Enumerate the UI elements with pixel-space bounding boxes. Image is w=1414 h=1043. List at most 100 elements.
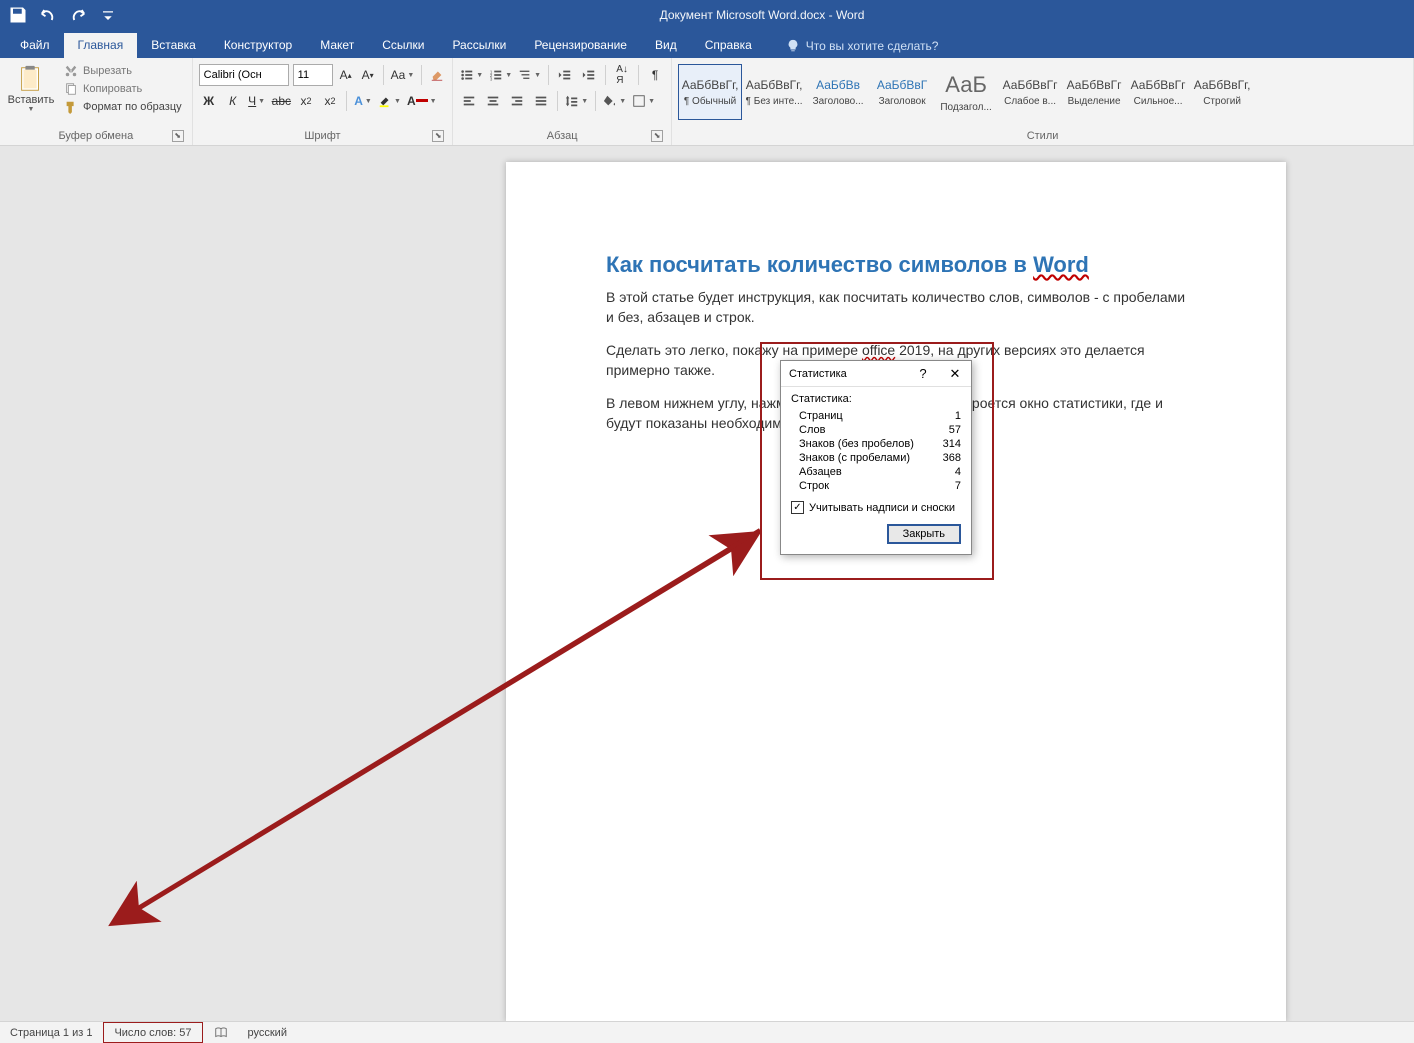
tab-view[interactable]: Вид — [641, 33, 691, 58]
tab-layout[interactable]: Макет — [306, 33, 368, 58]
align-center-button[interactable] — [483, 90, 503, 112]
document-area[interactable]: Как посчитать количество символов в Word… — [0, 146, 1414, 1021]
clipboard-launcher[interactable]: ⬊ — [172, 130, 184, 142]
style-6[interactable]: АаБбВвГгВыделение — [1062, 64, 1126, 120]
statistics-dialog: Статистика ? ✕ Статистика: Страниц1Слов5… — [780, 360, 972, 555]
style-0[interactable]: АаБбВвГг,¶ Обычный — [678, 64, 742, 120]
doc-heading: Как посчитать количество символов в Word — [606, 252, 1186, 278]
tab-review[interactable]: Рецензирование — [520, 33, 641, 58]
word-count[interactable]: Число слов: 57 — [103, 1022, 202, 1043]
numbering-button[interactable]: 123▼ — [488, 64, 513, 86]
style-2[interactable]: АаБбВвЗаголово... — [806, 64, 870, 120]
bold-button[interactable]: Ж — [199, 90, 219, 112]
bullets-button[interactable]: ▼ — [459, 64, 484, 86]
checkbox-icon: ✓ — [791, 501, 804, 514]
grow-font-button[interactable]: A▴ — [337, 64, 355, 86]
style-1[interactable]: АаБбВвГг,¶ Без инте... — [742, 64, 806, 120]
align-right-button[interactable] — [507, 90, 527, 112]
tab-mailings[interactable]: Рассылки — [438, 33, 520, 58]
superscript-button[interactable]: x2 — [320, 90, 340, 112]
text-effects-button[interactable]: A▼ — [353, 90, 373, 112]
lightbulb-icon — [786, 39, 800, 53]
align-center-icon — [486, 94, 500, 108]
cut-button[interactable]: Вырезать — [64, 64, 182, 78]
outdent-icon — [558, 68, 572, 82]
proofing-button[interactable] — [204, 1022, 238, 1043]
ribbon: Вставить ▼ Вырезать Копировать Формат по… — [0, 58, 1414, 146]
tab-design[interactable]: Конструктор — [210, 33, 306, 58]
stat-row: Знаков (без пробелов)314 — [791, 437, 961, 451]
tab-home[interactable]: Главная — [64, 33, 138, 58]
book-icon — [214, 1026, 228, 1040]
font-color-button[interactable]: A▼ — [406, 90, 438, 112]
page-indicator[interactable]: Страница 1 из 1 — [0, 1022, 102, 1043]
decrease-indent-button[interactable] — [555, 64, 575, 86]
line-spacing-button[interactable]: ▼ — [564, 90, 589, 112]
tab-references[interactable]: Ссылки — [368, 33, 438, 58]
status-bar: Страница 1 из 1 Число слов: 57 русский — [0, 1021, 1414, 1043]
highlighter-icon — [378, 94, 392, 108]
group-label-paragraph: Абзац — [547, 130, 578, 142]
stat-row: Строк7 — [791, 479, 961, 493]
save-icon[interactable] — [8, 5, 28, 25]
copy-icon — [64, 82, 78, 96]
brush-icon — [64, 100, 78, 114]
font-launcher[interactable]: ⬊ — [432, 130, 444, 142]
underline-button[interactable]: Ч▼ — [247, 90, 267, 112]
include-textboxes-checkbox[interactable]: ✓ Учитывать надписи и сноски — [791, 501, 961, 514]
close-button[interactable]: Закрыть — [887, 524, 961, 544]
bucket-icon — [603, 94, 617, 108]
align-left-button[interactable] — [459, 90, 479, 112]
help-button[interactable]: ? — [907, 366, 939, 381]
style-7[interactable]: АаБбВвГгСильное... — [1126, 64, 1190, 120]
line-spacing-icon — [565, 94, 579, 108]
undo-icon[interactable] — [38, 5, 58, 25]
font-size-combo[interactable] — [293, 64, 333, 86]
change-case-button[interactable]: Aa▼ — [390, 64, 416, 86]
stat-row: Абзацев4 — [791, 465, 961, 479]
tab-file[interactable]: Файл — [6, 33, 64, 58]
font-name-combo[interactable] — [199, 64, 289, 86]
multilevel-icon — [518, 68, 532, 82]
strikethrough-button[interactable]: abc — [271, 90, 292, 112]
group-font: A▴ A▾ Aa▼ Ж К Ч▼ abc x2 x2 A▼ ▼ A▼ Шрифт… — [193, 58, 454, 145]
shading-button[interactable]: ▼ — [602, 90, 627, 112]
paragraph-1: В этой статье будет инструкция, как посч… — [606, 288, 1186, 327]
tab-insert[interactable]: Вставка — [137, 33, 210, 58]
qat-more-icon[interactable] — [98, 5, 118, 25]
close-icon[interactable]: ✕ — [939, 366, 971, 382]
copy-button[interactable]: Копировать — [64, 82, 182, 96]
page: Как посчитать количество символов в Word… — [506, 162, 1286, 1021]
multilevel-button[interactable]: ▼ — [517, 64, 542, 86]
subscript-button[interactable]: x2 — [296, 90, 316, 112]
show-marks-button[interactable]: ¶ — [645, 64, 665, 86]
group-label-clipboard: Буфер обмена — [58, 130, 133, 142]
redo-icon[interactable] — [68, 5, 88, 25]
highlight-button[interactable]: ▼ — [377, 90, 402, 112]
borders-button[interactable]: ▼ — [631, 90, 656, 112]
style-3[interactable]: АаБбВвГЗаголовок — [870, 64, 934, 120]
align-right-icon — [510, 94, 524, 108]
tab-help[interactable]: Справка — [691, 33, 766, 58]
paste-button[interactable]: Вставить ▼ — [6, 60, 56, 128]
justify-icon — [534, 94, 548, 108]
group-paragraph: ▼ 123▼ ▼ А↓Я ¶ ▼ ▼ ▼ — [453, 58, 672, 145]
italic-button[interactable]: К — [223, 90, 243, 112]
increase-indent-button[interactable] — [579, 64, 599, 86]
format-painter-button[interactable]: Формат по образцу — [64, 100, 182, 114]
indent-icon — [582, 68, 596, 82]
sort-button[interactable]: А↓Я — [612, 64, 632, 86]
style-8[interactable]: АаБбВвГг,Строгий — [1190, 64, 1254, 120]
clear-formatting-button[interactable] — [428, 64, 446, 86]
tell-me-search[interactable]: Что вы хотите сделать? — [776, 34, 949, 58]
numbering-icon: 123 — [489, 68, 503, 82]
style-5[interactable]: АаБбВвГгСлабое в... — [998, 64, 1062, 120]
language-indicator[interactable]: русский — [238, 1022, 297, 1043]
justify-button[interactable] — [531, 90, 551, 112]
style-4[interactable]: АаБПодзагол... — [934, 64, 998, 120]
paragraph-launcher[interactable]: ⬊ — [651, 130, 663, 142]
borders-icon — [632, 94, 646, 108]
shrink-font-button[interactable]: A▾ — [359, 64, 377, 86]
stat-row: Слов57 — [791, 423, 961, 437]
scissors-icon — [64, 64, 78, 78]
